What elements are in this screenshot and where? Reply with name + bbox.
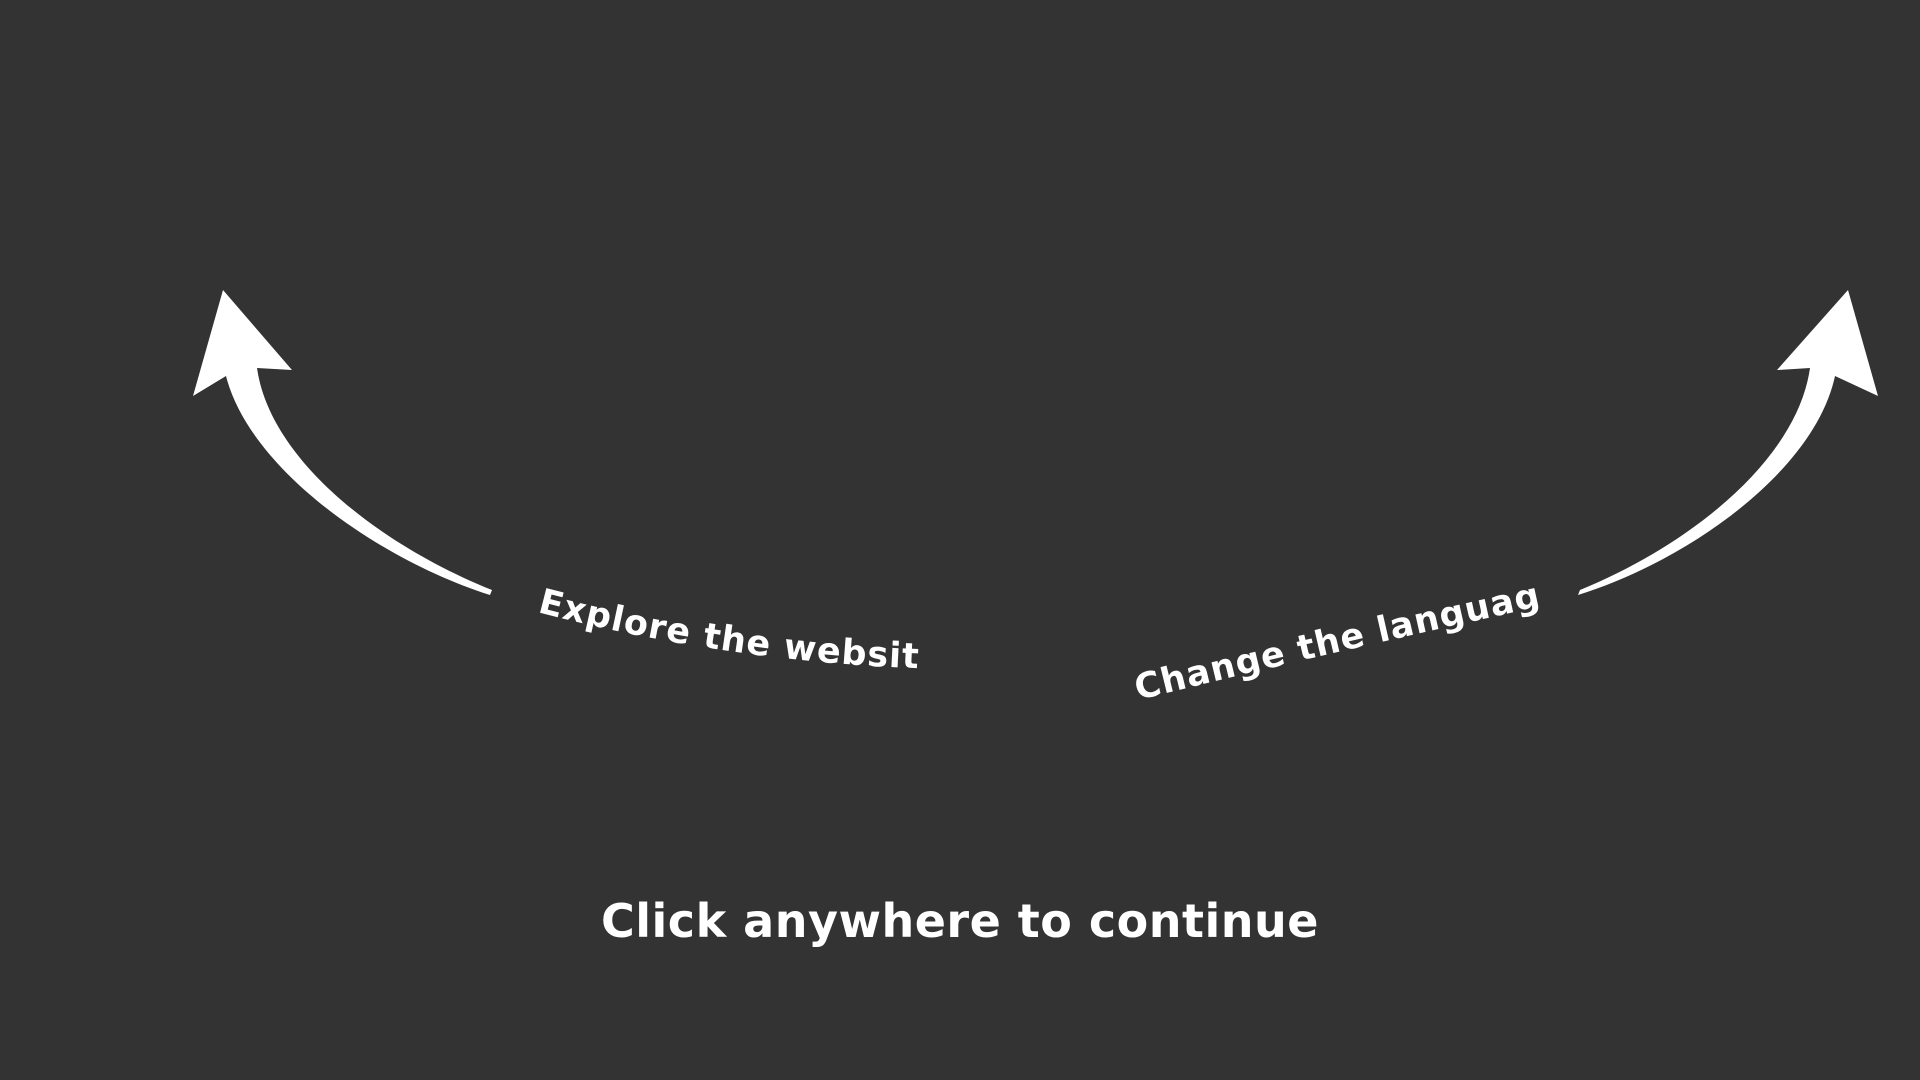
onboarding-overlay[interactable]: Explore the website Change the language … [0, 0, 1920, 1080]
curved-arrow-up-right-icon [1578, 290, 1878, 595]
continue-prompt: Click anywhere to continue [601, 894, 1319, 948]
curved-arrow-up-left-icon [193, 290, 492, 595]
explore-hint-label: Explore the website [0, 0, 921, 677]
